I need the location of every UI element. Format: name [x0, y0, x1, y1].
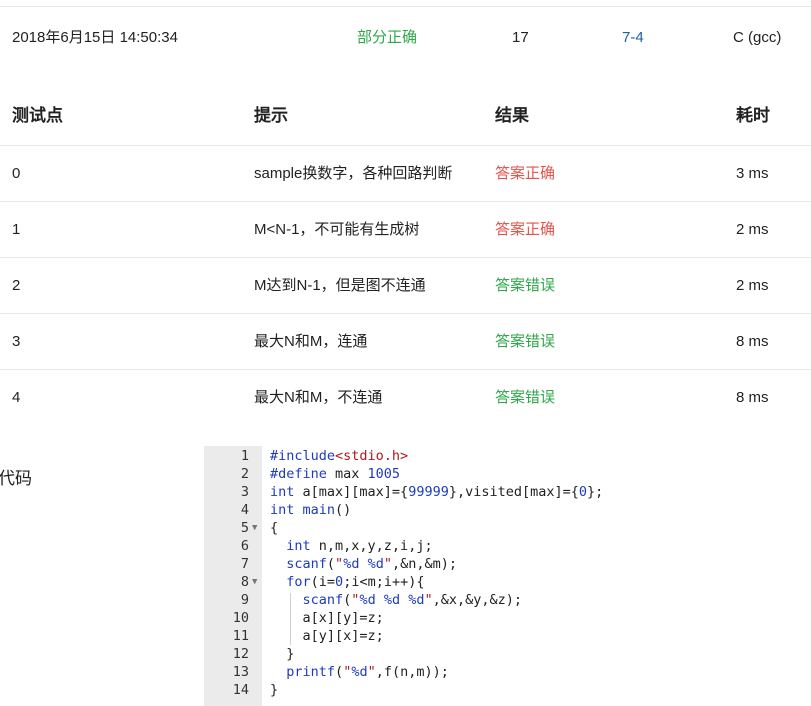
code-editor[interactable]: 1 #include<stdio.h> 2 #define max 1005 3 int …	[204, 446, 811, 706]
code-text: }	[270, 682, 279, 698]
header-testcase: 测试点	[12, 106, 63, 125]
code-line: 3 int a[max][max]={99999},visited[max]={0…	[204, 483, 811, 501]
row-id: 2	[12, 277, 21, 294]
code-line: 4 int main()	[204, 501, 811, 519]
submission-score: 17	[512, 29, 529, 46]
line-number: 7	[240, 556, 249, 572]
top-border	[0, 6, 811, 7]
row-result: 答案错误	[495, 333, 556, 350]
code-text: printf("%d",f(n,m));	[286, 664, 449, 680]
problem-link[interactable]: 7-4	[622, 28, 644, 48]
line-number: 3	[240, 484, 249, 500]
row-id: 0	[12, 165, 21, 182]
code-text: int main()	[270, 502, 352, 518]
line-number: 9	[240, 592, 249, 608]
line-number: 4	[240, 502, 249, 518]
code-line: 5 ▼ {	[204, 519, 811, 537]
header-hint: 提示	[254, 106, 288, 125]
row-id: 3	[12, 333, 21, 350]
row-hint: 最大N和M，连通	[254, 333, 368, 350]
code-line: 9 scanf("%d %d %d",&x,&y,&z);	[204, 591, 811, 609]
indent-guide	[290, 593, 291, 645]
table-row: 4 最大N和M，不连通 答案错误 8 ms	[0, 370, 811, 426]
code-line: 7 scanf("%d %d",&n,&m);	[204, 555, 811, 573]
line-number: 6	[240, 538, 249, 554]
row-hint: M达到N-1，但是图不连通	[254, 277, 426, 294]
line-number: 8	[240, 574, 249, 590]
code-text: int a[max][max]={99999},visited[max]={0}…	[270, 484, 604, 500]
table-row: 1 M<N-1，不可能有生成树 答案正确 2 ms	[0, 202, 811, 258]
code-line: 11 a[y][x]=z;	[204, 627, 811, 645]
code-text: for(i=0;i<m;i++){	[286, 574, 425, 590]
row-time: 8 ms	[736, 389, 769, 406]
code-text: scanf("%d %d %d",&x,&y,&z);	[302, 592, 523, 608]
line-number: 11	[232, 628, 249, 644]
code-line: 2 #define max 1005	[204, 465, 811, 483]
submission-status[interactable]: 部分正确	[357, 28, 417, 48]
code-text: scanf("%d %d",&n,&m);	[286, 556, 458, 572]
code-line: 13 printf("%d",f(n,m));	[204, 663, 811, 681]
row-hint: sample换数字，各种回路判断	[254, 165, 453, 182]
row-id: 4	[12, 389, 21, 406]
row-hint: M<N-1，不可能有生成树	[254, 221, 420, 238]
row-result: 答案正确	[495, 221, 556, 238]
line-number: 5	[240, 520, 249, 536]
code-text: int n,m,x,y,z,i,j;	[286, 538, 433, 554]
code-line: 1 #include<stdio.h>	[204, 447, 811, 465]
row-time: 8 ms	[736, 333, 769, 350]
code-text: a[y][x]=z;	[270, 628, 384, 644]
header-time: 耗时	[736, 106, 770, 125]
line-number: 2	[240, 466, 249, 482]
line-number: 1	[240, 448, 249, 464]
line-number: 14	[232, 682, 249, 698]
code-line: 10 a[x][y]=z;	[204, 609, 811, 627]
table-row: 2 M达到N-1，但是图不连通 答案错误 2 ms	[0, 258, 811, 314]
fold-toggle-icon[interactable]: ▼	[252, 573, 257, 591]
code-text: #include<stdio.h>	[270, 448, 409, 464]
code-line: 8 ▼ for(i=0;i<m;i++){	[204, 573, 811, 591]
line-number: 10	[232, 610, 249, 626]
row-hint: 最大N和M，不连通	[254, 389, 383, 406]
line-number: 13	[232, 664, 249, 680]
row-result: 答案正确	[495, 165, 556, 182]
table-row: 3 最大N和M，连通 答案错误 8 ms	[0, 314, 811, 370]
code-line: 14}	[204, 681, 811, 699]
code-text: #define max 1005	[270, 466, 401, 482]
code-line: 12 }	[204, 645, 811, 663]
table-row: 0 sample换数字，各种回路判断 答案正确 3 ms	[0, 146, 811, 202]
row-result: 答案错误	[495, 389, 556, 406]
header-result: 结果	[495, 106, 529, 125]
submission-time: 2018年6月15日 14:50:34	[12, 29, 178, 46]
code-text: a[x][y]=z;	[270, 610, 384, 626]
fold-toggle-icon[interactable]: ▼	[252, 519, 257, 537]
row-time: 2 ms	[736, 221, 769, 238]
row-id: 1	[12, 221, 21, 238]
code-text: }	[270, 646, 295, 662]
compiler-label: C (gcc)	[733, 29, 782, 46]
row-result: 答案错误	[495, 277, 556, 294]
row-time: 2 ms	[736, 277, 769, 294]
row-time: 3 ms	[736, 165, 769, 182]
code-section-label: 代码	[0, 469, 32, 488]
line-number: 12	[232, 646, 249, 662]
code-text: {	[270, 520, 279, 536]
code-line: 6 int n,m,x,y,z,i,j;	[204, 537, 811, 555]
